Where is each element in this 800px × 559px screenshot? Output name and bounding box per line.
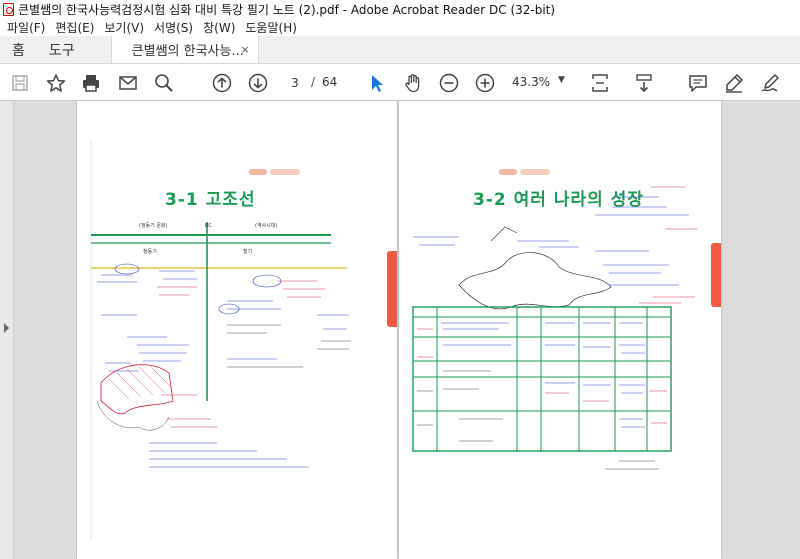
tab-home[interactable]: 홈 — [0, 36, 37, 63]
page-fit-icon[interactable] — [588, 71, 612, 95]
handwritten-notes-left: (청동기 문화) BC (역사시대) 청동기 철기 — [90, 141, 351, 541]
navigation-panel-toggle[interactable] — [0, 101, 14, 559]
pdf-page-4: 3-2 여러 나라의 성장 — [399, 101, 721, 559]
svg-text:철기: 철기 — [243, 248, 252, 255]
tab-tools[interactable]: 도구 — [37, 36, 87, 63]
page-total: 64 — [322, 75, 338, 89]
svg-text:(청동기 문화): (청동기 문화) — [139, 222, 168, 229]
scroll-mode-icon[interactable] — [632, 71, 656, 95]
page-number-input[interactable]: 3 — [282, 73, 308, 93]
email-icon[interactable] — [116, 71, 140, 95]
search-icon[interactable] — [152, 71, 176, 95]
highlight-pen-icon[interactable] — [722, 71, 746, 95]
page-separator: / — [311, 75, 316, 89]
menu-help[interactable]: 도움말(H) — [240, 19, 302, 36]
menu-view[interactable]: 보기(V) — [99, 19, 149, 36]
window-title: 큰별쌤의 한국사능력검정시험 심화 대비 특강 필기 노트 (2).pdf - … — [18, 2, 556, 17]
zoom-in-icon[interactable] — [473, 71, 497, 95]
zoom-level[interactable]: 43.3% — [512, 75, 550, 89]
zoom-dropdown-icon[interactable]: ▼ — [558, 75, 565, 85]
pdf-page-3: 3-1 고조선 (청동기 문화) BC (역사시대) 청동기 철기 — [77, 101, 397, 559]
comment-icon[interactable] — [686, 71, 710, 95]
zoom-out-icon[interactable] — [437, 71, 461, 95]
svg-text:(역사시대): (역사시대) — [255, 222, 277, 229]
tab-bar: 홈 도구 큰별쌤의 한국사능... × — [0, 36, 800, 64]
next-page-icon[interactable] — [246, 71, 270, 95]
menu-window[interactable]: 창(W) — [198, 19, 240, 36]
acrobat-app-icon — [3, 2, 14, 16]
print-icon[interactable] — [79, 71, 103, 95]
menu-sign[interactable]: 서명(S) — [149, 19, 198, 36]
hand-tool-icon[interactable] — [401, 71, 425, 95]
bookmark-star-icon[interactable] — [44, 71, 68, 95]
menu-edit[interactable]: 편집(E) — [50, 19, 99, 36]
sign-pen-icon[interactable] — [758, 71, 782, 95]
menu-file[interactable]: 파일(F) — [2, 19, 50, 36]
title-bar: 큰별쌤의 한국사능력검정시험 심화 대비 특강 필기 노트 (2).pdf - … — [0, 0, 800, 18]
tab-document-label: 큰별쌤의 한국사능... — [131, 44, 244, 59]
svg-text:BC: BC — [205, 223, 212, 229]
close-tab-icon[interactable]: × — [240, 43, 249, 56]
menu-bar: 파일(F) 편집(E) 보기(V) 서명(S) 창(W) 도움말(H) — [0, 18, 800, 36]
svg-text:청동기: 청동기 — [143, 248, 157, 255]
select-cursor-icon[interactable] — [365, 71, 389, 95]
document-viewer[interactable]: 3-1 고조선 (청동기 문화) BC (역사시대) 청동기 철기 3-2 여러… — [0, 101, 800, 559]
toolbar: 3 / 64 43.3% ▼ — [0, 64, 800, 101]
previous-page-icon[interactable] — [210, 71, 234, 95]
tab-document[interactable]: 큰별쌤의 한국사능... × — [110, 36, 259, 63]
expand-arrow-icon[interactable] — [4, 323, 9, 333]
handwritten-notes-right — [412, 186, 697, 470]
save-icon[interactable] — [8, 71, 32, 95]
